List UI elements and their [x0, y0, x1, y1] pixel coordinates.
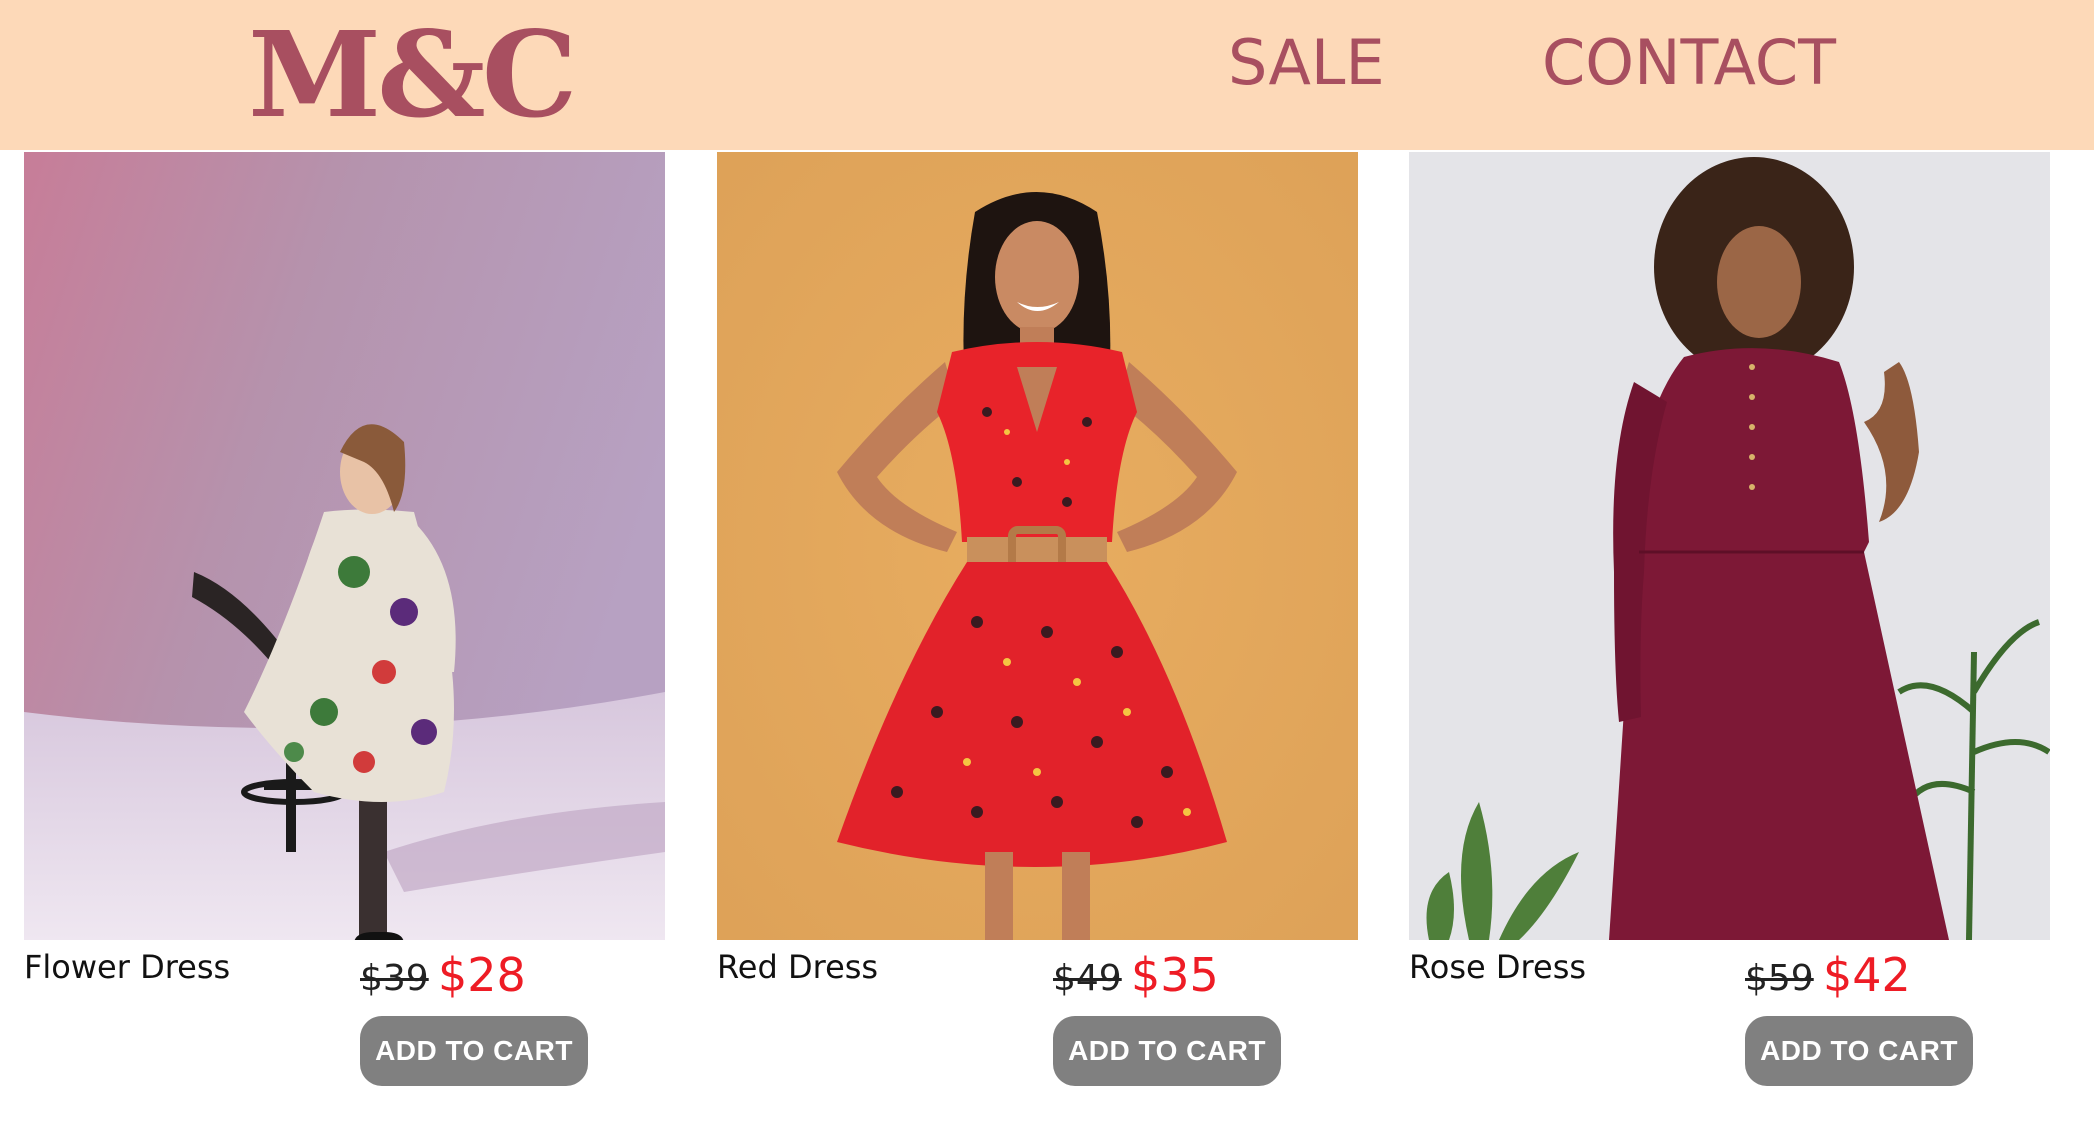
- product-card-red-dress: Red Dress $49 $35 ADD TO CART: [717, 152, 1358, 1092]
- nav-sale-link[interactable]: SALE: [1228, 18, 1385, 108]
- product-photo-red-dress[interactable]: [717, 152, 1358, 940]
- red-dress-photo: [717, 152, 1358, 940]
- product-card-flower-dress: Flower Dress $39 $28 ADD TO CART: [24, 152, 665, 1092]
- product-name: Flower Dress: [24, 948, 231, 986]
- site-header: M&C SALE CONTACT: [0, 0, 2094, 150]
- rose-dress-photo: [1409, 152, 2050, 940]
- original-price: $59: [1745, 958, 1814, 999]
- product-photo-flower-dress[interactable]: [24, 152, 665, 940]
- product-name: Red Dress: [717, 948, 879, 986]
- add-to-cart-button[interactable]: ADD TO CART: [360, 1016, 588, 1086]
- sale-price: $42: [1823, 948, 1911, 1002]
- product-photo-rose-dress[interactable]: [1409, 152, 2050, 940]
- sale-price: $35: [1131, 948, 1219, 1002]
- flower-dress-photo: [24, 152, 665, 940]
- product-name: Rose Dress: [1409, 948, 1587, 986]
- original-price: $39: [360, 958, 429, 999]
- nav-contact-link[interactable]: CONTACT: [1542, 18, 1836, 108]
- add-to-cart-button[interactable]: ADD TO CART: [1745, 1016, 1973, 1086]
- site-logo[interactable]: M&C: [248, 0, 578, 150]
- sale-price: $28: [438, 948, 526, 1002]
- product-card-rose-dress: Rose Dress $59 $42 ADD TO CART: [1409, 152, 2050, 1092]
- add-to-cart-button[interactable]: ADD TO CART: [1053, 1016, 1281, 1086]
- original-price: $49: [1053, 958, 1122, 999]
